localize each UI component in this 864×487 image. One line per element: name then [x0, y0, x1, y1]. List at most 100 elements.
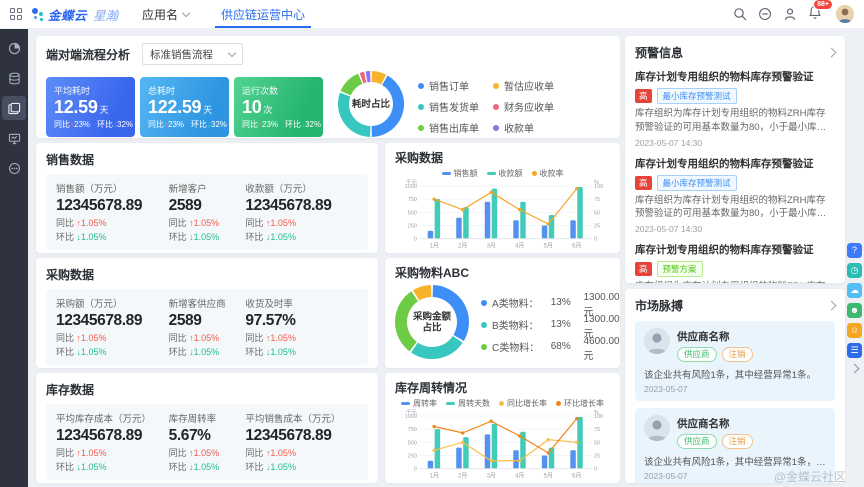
svg-text:耗时占比: 耗时占比 [352, 98, 391, 110]
legend-item[interactable]: 销售出库单 [418, 117, 479, 138]
yoy-label: 同比 [245, 333, 263, 343]
legend-marker-icon [442, 172, 451, 175]
process-flow-select[interactable]: 标准销售流程 [142, 43, 243, 65]
list-icon[interactable]: ☰ [847, 343, 862, 358]
legend-percent: 13% [551, 297, 579, 308]
legend-marker-icon [446, 402, 455, 405]
stat-value: 2589 [169, 312, 246, 330]
legend-marker-icon [487, 172, 496, 175]
metric-unit: 天 [100, 105, 109, 115]
app-menu[interactable]: 应用名 [142, 6, 189, 23]
yoy-label: 同比 [245, 448, 263, 458]
chevron-right-icon[interactable] [827, 48, 837, 58]
legend-item[interactable]: 暂估应收单 [493, 75, 554, 96]
legend-item[interactable]: 销售发货单 [418, 96, 479, 117]
user-icon[interactable] [783, 7, 797, 21]
apps-grid-icon[interactable] [10, 8, 22, 20]
svg-text:4月: 4月 [515, 473, 524, 480]
alert-item[interactable]: 库存计划专用组织的物料库存预警验证 高 最小库存预警测试 库存组织为库存计划专用… [635, 69, 835, 148]
process-panel-title: 端对端流程分析 [46, 46, 130, 63]
mom-label: 环比 [56, 232, 74, 242]
mom-value: ↓1.05% [77, 232, 107, 242]
legend-item[interactable]: 收款率 [532, 168, 564, 179]
feedback-icon[interactable]: ☺ [847, 323, 862, 338]
rail-monitor-icon[interactable] [2, 126, 26, 150]
rail-more-icon[interactable] [2, 156, 26, 180]
legend-label: 环比增长率 [564, 398, 604, 409]
svg-text:采购金额: 采购金额 [412, 311, 452, 323]
legend-label: B类物料： [492, 317, 546, 332]
watermark: @金蝶云社区 [774, 468, 846, 485]
donut-svg: 采购金额占比 [395, 285, 469, 359]
svg-text:500: 500 [408, 210, 417, 216]
legend-item[interactable]: 收款单 [493, 117, 554, 138]
metric-label: 运行次数 [242, 84, 315, 97]
legend-label: 收款率 [540, 168, 564, 179]
mom-value: ↓1.05% [77, 347, 107, 357]
rail-dashboard-icon[interactable] [2, 96, 26, 120]
stat-inventory-turnover: 库存周转率 5.67% 同比 ↑1.05% 环比 ↓1.05% [169, 411, 246, 474]
search-icon[interactable] [733, 7, 747, 21]
svg-text:2月: 2月 [458, 473, 467, 480]
alert-level-badge: 高 [635, 176, 652, 190]
supplier-name: 供应商名称 [677, 416, 753, 431]
chevron-right-icon[interactable] [827, 301, 837, 311]
market-item[interactable]: 供应商名称 供应商 注销 该企业共有风险1条，其中经营异常1条。 2023-05… [635, 321, 835, 401]
metric-label: 平均耗时 [54, 84, 127, 97]
logo[interactable]: 金蝶云 星瀚 [31, 5, 118, 24]
legend-item[interactable]: 销售额 [442, 168, 478, 179]
legend-item[interactable]: 销售订单 [418, 75, 479, 96]
stat-on-time-receipt-rate: 收货及时率 97.57% 同比 ↑1.05% 环比 ↓1.05% [245, 296, 358, 359]
legend-label: 销售额 [454, 168, 478, 179]
stat-receipts-amount: 收款额（万元） 12345678.89 同比 ↑1.05% 环比 ↓1.05% [245, 181, 358, 244]
svg-text:千元: 千元 [406, 179, 417, 186]
mom-value: ↓1.05% [266, 347, 296, 357]
legend-item[interactable]: 收款额 [487, 168, 523, 179]
stat-label: 新增客户 [169, 181, 246, 195]
rail-analytics-icon[interactable] [2, 36, 26, 60]
clock-icon[interactable]: ◷ [847, 263, 862, 278]
mom-value: 32% [211, 120, 227, 129]
mom-label: 环比 [169, 347, 187, 357]
legend-item[interactable]: 周转天数 [446, 398, 490, 409]
market-time: 2023-05-07 [644, 384, 826, 394]
svg-text:5月: 5月 [544, 473, 553, 480]
svg-text:占比: 占比 [422, 322, 442, 334]
svg-text:3月: 3月 [487, 473, 496, 480]
legend-label: 收款单 [504, 120, 534, 135]
svg-text:0: 0 [414, 467, 417, 473]
market-title: 市场脉搏 [635, 297, 683, 314]
svg-text:0: 0 [594, 467, 597, 473]
legend-dot-icon [493, 83, 499, 89]
legend-label: 暂估应收单 [504, 78, 554, 93]
supplier-name: 供应商名称 [677, 329, 753, 344]
alert-tag: 预警方案 [657, 261, 703, 277]
chart-svg: 025050075010000255075100千元%1月2月3月4月5月6月 [395, 409, 610, 480]
legend-item[interactable]: 环比增长率 [556, 398, 604, 409]
agent-icon[interactable]: ☻ [847, 303, 862, 318]
stat-value: 12345678.89 [56, 312, 169, 330]
metric-card-run-count: 运行次数 10次 同比↑23% 环比↓32% [234, 77, 323, 137]
time-share-legend: 销售订单销售发货单销售出库单 暂估应收单财务应收单收款单 [418, 75, 554, 138]
donut-svg: 耗时占比 [338, 71, 404, 137]
legend-item[interactable]: C类物料：68%4600.00万元 [481, 336, 620, 358]
yoy-label: 同比 [148, 120, 164, 129]
tab-supply-chain-center[interactable]: 供应链运营中心 [215, 0, 311, 28]
alert-title: 库存计划专用组织的物料库存预警验证 [635, 242, 835, 257]
rail-database-icon[interactable] [2, 66, 26, 90]
time-share-donut: 耗时占比 [338, 71, 404, 142]
alert-item[interactable]: 库存计划专用组织的物料库存预警验证 高 最小库存预警测试 库存组织为库存计划专用… [635, 156, 835, 235]
avatar[interactable] [836, 5, 854, 23]
minus-circle-icon[interactable] [758, 7, 772, 21]
notifications[interactable]: 88+ [808, 5, 822, 24]
legend-item[interactable]: 同比增长率 [499, 398, 547, 409]
help-icon[interactable]: ? [847, 243, 862, 258]
alert-item[interactable]: 库存计划专用组织的物料库存预警验证 高 预警方案 库存组织为库存计划专用组织的物… [635, 242, 835, 283]
collapse-chevron-icon[interactable] [850, 364, 860, 374]
alert-level-badge: 高 [635, 89, 652, 103]
cloud-icon[interactable]: ☁ [847, 283, 862, 298]
legend-item[interactable]: 周转率 [401, 398, 437, 409]
legend-item[interactable]: 财务应收单 [493, 96, 554, 117]
legend-marker-icon [532, 171, 537, 176]
panel-title: 采购物料ABC [395, 264, 610, 281]
